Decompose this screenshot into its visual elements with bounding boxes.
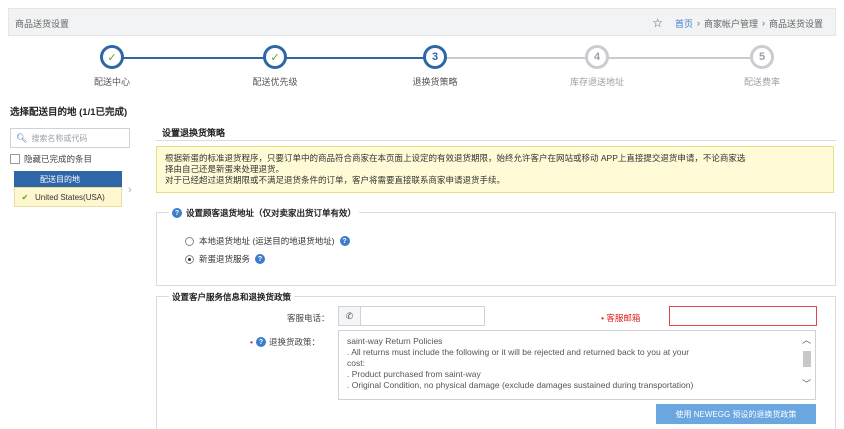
email-label-wrap: • 客服邮箱	[601, 312, 640, 324]
radio-newegg-service[interactable]	[185, 254, 194, 264]
phone-label: 客服电话：	[287, 313, 330, 323]
use-newegg-policy-button[interactable]: 使用 NEWEGG 预设的退换货政策	[656, 404, 816, 424]
customer-service-phone-field[interactable]: ✆	[338, 306, 485, 326]
step-return-policy[interactable]: 3 退换货策略	[395, 45, 475, 88]
return-option-local[interactable]: 本地退货地址 (运送目的地退货地址) ?	[185, 235, 350, 247]
email-label: 客服邮箱	[606, 313, 641, 323]
section-title: 设置退换货策略	[162, 128, 226, 138]
breadcrumb-separator: ›	[696, 18, 700, 28]
policy-label: 退换货政策：	[268, 337, 320, 347]
policy-label-wrap: • ? 退换货政策：	[250, 336, 320, 348]
step-number: 3	[423, 45, 447, 69]
search-placeholder: 搜索名称或代码	[31, 133, 88, 143]
destination-search-input[interactable]: 🔍︎ 搜索名称或代码	[10, 128, 130, 148]
check-icon: ✓	[100, 45, 124, 69]
destination-list-header: 配送目的地	[14, 171, 122, 187]
help-icon[interactable]: ?	[339, 236, 350, 246]
help-icon[interactable]: ?	[172, 208, 182, 218]
return-address-section: ? 设置顾客退货地址（仅对卖家出货订单有效） 本地退货地址 (运送目的地退货地址…	[156, 207, 836, 286]
step-label: 退换货策略	[412, 77, 458, 87]
notice-line: 对于已经超过退货期限或不满足退货条件的订单，客户将需要直接联系商家申请退货手续。	[165, 175, 506, 185]
required-marker: •	[250, 337, 253, 347]
page-title: 商品送货设置	[15, 19, 70, 29]
check-icon: ✓	[263, 45, 287, 69]
customer-service-email-field[interactable]	[669, 306, 817, 326]
scrollbar-thumb[interactable]	[803, 351, 811, 367]
breadcrumb-current: 商品送货设置	[768, 18, 823, 29]
step-label: 配送费率	[743, 77, 780, 87]
notice-line: 择由自己还是新蛋来处理退货。	[165, 164, 285, 174]
step-number: 4	[585, 45, 609, 69]
policy-line: cost:	[347, 358, 365, 368]
return-option-newegg[interactable]: 新蛋退货服务 ?	[185, 253, 266, 265]
return-address-title: ? 设置顾客退货地址（仅对卖家出货订单有效）	[169, 207, 360, 219]
help-icon[interactable]: ?	[255, 337, 266, 347]
progress-stepper: ✓ 配送中心 ✓ 配送优先级 3 退换货策略 4 库存退送地址 5 配送费率	[0, 36, 844, 96]
step-inventory-return-address: 4 库存退送地址	[557, 45, 637, 88]
policy-line: saint-way Return Policies	[347, 336, 443, 346]
step-label: 库存退送地址	[569, 77, 624, 87]
phone-value[interactable]	[361, 307, 484, 325]
required-marker: •	[601, 313, 604, 323]
chevron-up-icon[interactable]: ︿	[802, 333, 811, 346]
divider	[156, 140, 836, 141]
breadcrumb: ☆ 首页 › 商家帐户管理 › 商品送货设置	[652, 16, 823, 30]
notice-box: 根据新蛋的标准退货程序，只要订单中的商品符合商家在本页面上设定的有效退货期限，始…	[156, 146, 834, 193]
phone-icon: ✆	[339, 307, 361, 325]
step-delivery-center[interactable]: ✓ 配送中心	[72, 45, 152, 88]
policy-line: . Product purchased from saint-way	[347, 369, 481, 379]
star-icon[interactable]: ☆	[652, 16, 663, 30]
destination-item[interactable]: ✔ United States(USA)	[14, 187, 122, 207]
return-policy-textarea[interactable]: saint-way Return Policies . All returns …	[338, 330, 816, 400]
hide-completed-checkbox[interactable]	[10, 154, 20, 164]
radio-label: 本地退货地址 (运送目的地退货地址)	[199, 236, 335, 246]
policy-line: . Original Condition, no physical damage…	[347, 380, 694, 390]
service-info-title: 设置客户服务信息和退换货政策	[169, 291, 295, 303]
radio-label: 新蛋退货服务	[199, 254, 251, 264]
notice-line: 根据新蛋的标准退货程序，只要订单中的商品符合商家在本页面上设定的有效退货期限，始…	[165, 153, 746, 163]
step-label: 配送优先级	[252, 77, 298, 87]
step-shipping-rates: 5 配送费率	[722, 45, 802, 88]
breadcrumb-account[interactable]: 商家帐户管理	[704, 17, 758, 30]
breadcrumb-separator: ›	[761, 18, 765, 28]
step-number: 5	[750, 45, 774, 69]
radio-local-address[interactable]	[185, 236, 194, 246]
hide-completed-toggle[interactable]: 隐藏已完成的条目	[10, 153, 140, 165]
help-icon[interactable]: ?	[255, 254, 266, 264]
chevron-right-icon[interactable]: ›	[128, 184, 132, 196]
top-bar: 商品送货设置 ☆ 首页 › 商家帐户管理 › 商品送货设置	[8, 8, 836, 36]
breadcrumb-home[interactable]: 首页	[675, 17, 693, 30]
search-icon: 🔍︎	[16, 132, 28, 143]
check-icon: ✔	[21, 192, 29, 202]
destination-panel: 选择配送目的地 (1/1已完成) 🔍︎ 搜索名称或代码 隐藏已完成的条目 配送目…	[10, 104, 140, 207]
chevron-down-icon[interactable]: ﹀	[802, 377, 811, 390]
step-label: 配送中心	[93, 77, 130, 87]
policy-line: . All returns must include the following…	[347, 347, 690, 357]
destination-panel-title: 选择配送目的地 (1/1已完成)	[10, 107, 128, 118]
destination-name: United States(USA)	[35, 192, 105, 202]
policy-scrollbar[interactable]: ︿ ﹀	[800, 331, 815, 399]
step-delivery-priority[interactable]: ✓ 配送优先级	[235, 45, 315, 88]
return-address-title-text: 设置顾客退货地址（仅对卖家出货订单有效）	[186, 208, 357, 218]
hide-completed-label: 隐藏已完成的条目	[24, 154, 93, 164]
